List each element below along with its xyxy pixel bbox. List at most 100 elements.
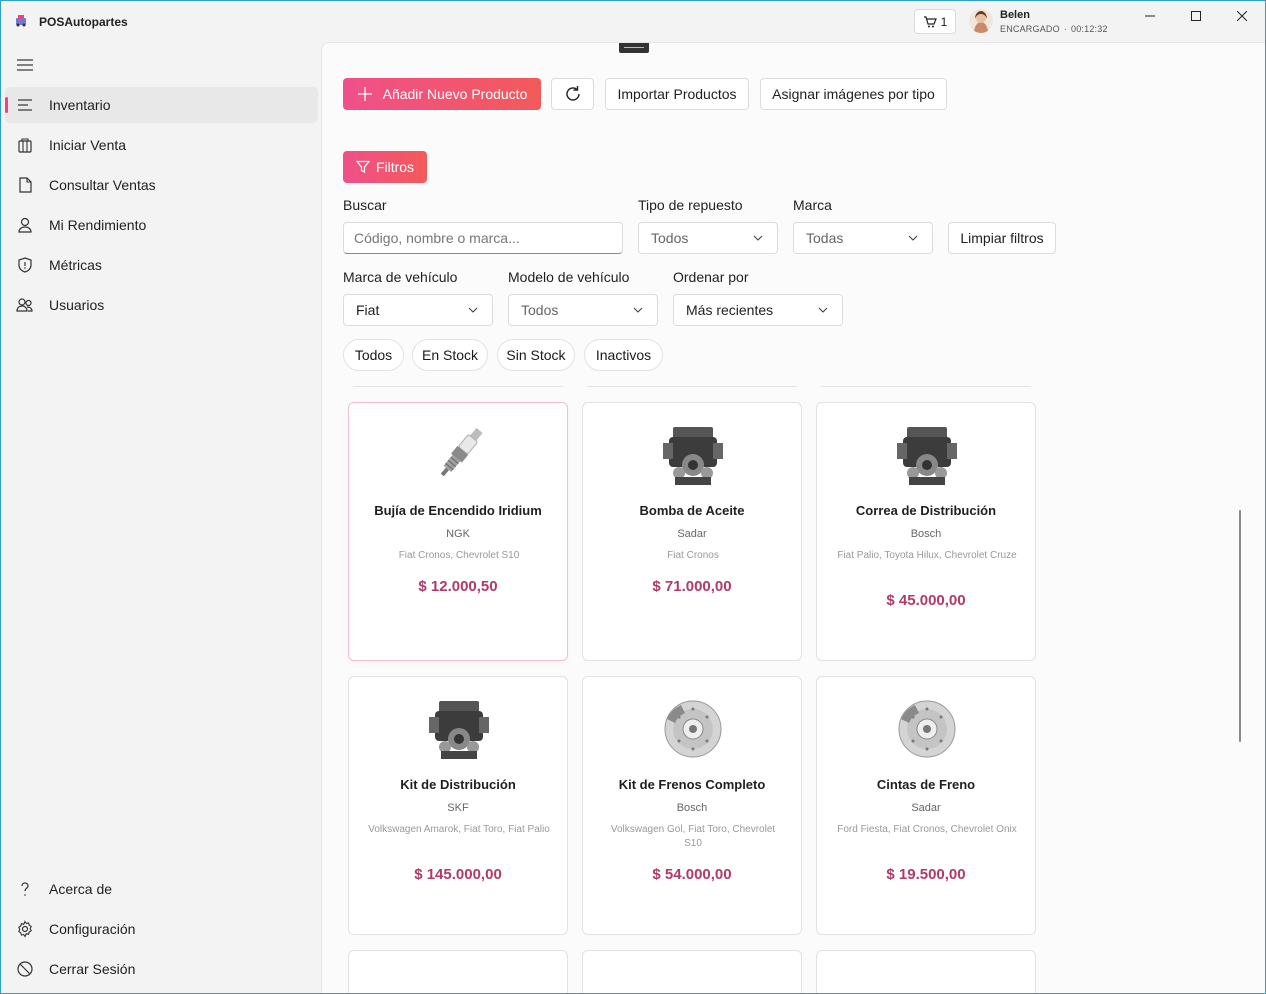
chip-en-stock[interactable]: En Stock: [412, 339, 488, 371]
cart-button[interactable]: 1: [914, 9, 956, 34]
maximize-button[interactable]: [1181, 6, 1211, 26]
add-product-button[interactable]: Añadir Nuevo Producto: [343, 78, 541, 110]
shield-icon: [18, 257, 32, 273]
chevron-down-icon: [818, 307, 828, 313]
divider: [353, 386, 563, 387]
sort-select[interactable]: Más recientes: [673, 294, 843, 326]
brand-select[interactable]: Todas: [793, 222, 933, 254]
product-card[interactable]: [348, 950, 568, 994]
sidebar-item-label: Inventario: [49, 97, 111, 113]
product-name: Bujía de Encendido Iridium: [374, 503, 542, 518]
product-card[interactable]: Bomba de Aceite Sadar Fiat Cronos $ 71.0…: [582, 402, 802, 661]
bag-icon: [18, 138, 32, 153]
sidebar-item-usuarios[interactable]: Usuarios: [5, 287, 318, 323]
product-brand: SKF: [447, 802, 469, 814]
question-icon: [21, 882, 29, 896]
import-products-button[interactable]: Importar Productos: [605, 78, 749, 110]
engine-icon: [429, 701, 489, 759]
maximize-icon: [1191, 11, 1201, 21]
product-card[interactable]: Kit de Frenos Completo Bosch Volkswagen …: [582, 676, 802, 935]
title-bar: POSAutopartes 1 Belen ENCARGADO · 00:12:32: [0, 0, 1266, 42]
product-brand: Sadar: [911, 802, 941, 814]
chevron-down-icon: [753, 235, 763, 241]
sort-label: Ordenar por: [673, 269, 749, 285]
part-type-select[interactable]: Todos: [638, 222, 778, 254]
sidebar-item-inventario[interactable]: Inventario: [5, 87, 318, 123]
product-brand: Sadar: [677, 528, 707, 540]
vehicle-brand-select[interactable]: Fiat: [343, 294, 493, 326]
product-models: Fiat Cronos: [667, 550, 719, 561]
search-input[interactable]: Código, nombre o marca...: [343, 222, 623, 254]
vehicle-model-select[interactable]: Todos: [508, 294, 658, 326]
cart-icon: [923, 15, 937, 27]
sidebar-item-mi-rendimiento[interactable]: Mi Rendimiento: [5, 207, 318, 243]
main-content: Añadir Nuevo Producto Importar Productos…: [321, 42, 1266, 994]
chevron-down-icon: [633, 307, 643, 313]
sidebar-item-cerrar-sesion[interactable]: Cerrar Sesión: [5, 951, 318, 987]
drag-handle[interactable]: [619, 43, 649, 53]
filters-button[interactable]: Filtros: [343, 151, 427, 183]
product-card[interactable]: Kit de Distribución SKF Volkswagen Amaro…: [348, 676, 568, 935]
product-brand: Bosch: [676, 802, 708, 814]
divider: [587, 386, 797, 387]
spark-plug-icon: [440, 427, 483, 477]
product-models: Fiat Palio, Toyota Hilux, Chevrolet Cruz…: [837, 550, 1017, 561]
brake-disc-icon: [898, 700, 956, 758]
sidebar-item-label: Configuración: [49, 921, 136, 937]
product-card[interactable]: [816, 950, 1036, 994]
sidebar-item-label: Usuarios: [49, 297, 105, 313]
sidebar-item-configuracion[interactable]: Configuración: [5, 911, 318, 947]
document-icon: [19, 177, 32, 193]
filter-icon: [355, 160, 370, 173]
user-icon: [18, 217, 32, 233]
sidebar-item-consultar-ventas[interactable]: Consultar Ventas: [5, 167, 318, 203]
clear-filters-button[interactable]: Limpiar filtros: [948, 222, 1056, 254]
product-card[interactable]: [582, 950, 802, 994]
refresh-icon: [565, 86, 580, 101]
gear-icon: [18, 920, 32, 938]
app-logo-icon: [16, 15, 26, 27]
product-name: Cintas de Freno: [876, 777, 976, 792]
product-price: $ 12.000,50: [418, 578, 498, 595]
vertical-scrollbar[interactable]: [1239, 510, 1241, 742]
chip-todos[interactable]: Todos: [343, 339, 404, 371]
sidebar-item-acerca-de[interactable]: Acerca de: [5, 871, 318, 907]
sidebar-item-label: Iniciar Venta: [49, 137, 127, 153]
cart-count: 1: [940, 14, 948, 29]
product-price: $ 71.000,00: [652, 578, 732, 595]
avatar[interactable]: [969, 9, 993, 33]
product-price: $ 19.500,00: [886, 866, 966, 883]
product-card[interactable]: Bujía de Encendido Iridium NGK Fiat Cron…: [348, 402, 568, 661]
engine-icon: [897, 427, 957, 485]
part-type-label: Tipo de repuesto: [638, 197, 743, 213]
list-icon: [18, 99, 32, 111]
product-card[interactable]: Correa de Distribución Bosch Fiat Palio,…: [816, 402, 1036, 661]
logout-icon: [17, 961, 33, 977]
sidebar-item-label: Acerca de: [49, 881, 113, 897]
user-name: Belen: [1000, 9, 1030, 21]
product-name: Correa de Distribución: [855, 503, 997, 518]
assign-images-button[interactable]: Asignar imágenes por tipo: [760, 78, 947, 110]
close-button[interactable]: [1227, 6, 1257, 26]
search-label: Buscar: [343, 197, 387, 213]
chip-sin-stock[interactable]: Sin Stock: [497, 339, 575, 371]
users-icon: [16, 298, 33, 312]
product-brand: NGK: [446, 528, 470, 540]
sidebar: Inventario Iniciar Venta Consultar Venta…: [0, 42, 321, 994]
product-models: Volkswagen Gol, Fiat Toro, Chevrolet S10: [610, 824, 776, 849]
sidebar-item-metricas[interactable]: Métricas: [5, 247, 318, 283]
hamburger-menu-icon[interactable]: [16, 58, 34, 72]
product-name: Kit de Distribución: [400, 777, 516, 792]
minimize-button[interactable]: [1135, 6, 1165, 26]
product-card[interactable]: Cintas de Freno Sadar Ford Fiesta, Fiat …: [816, 676, 1036, 935]
product-price: $ 145.000,00: [414, 866, 502, 883]
divider: [821, 386, 1031, 387]
close-icon: [1237, 11, 1247, 21]
refresh-button[interactable]: [551, 78, 594, 110]
sidebar-item-iniciar-venta[interactable]: Iniciar Venta: [5, 127, 318, 163]
chevron-down-icon: [908, 235, 918, 241]
product-name: Kit de Frenos Completo: [618, 777, 766, 792]
product-brand: Bosch: [910, 528, 942, 540]
chip-inactivos[interactable]: Inactivos: [584, 339, 663, 371]
chevron-down-icon: [468, 307, 478, 313]
